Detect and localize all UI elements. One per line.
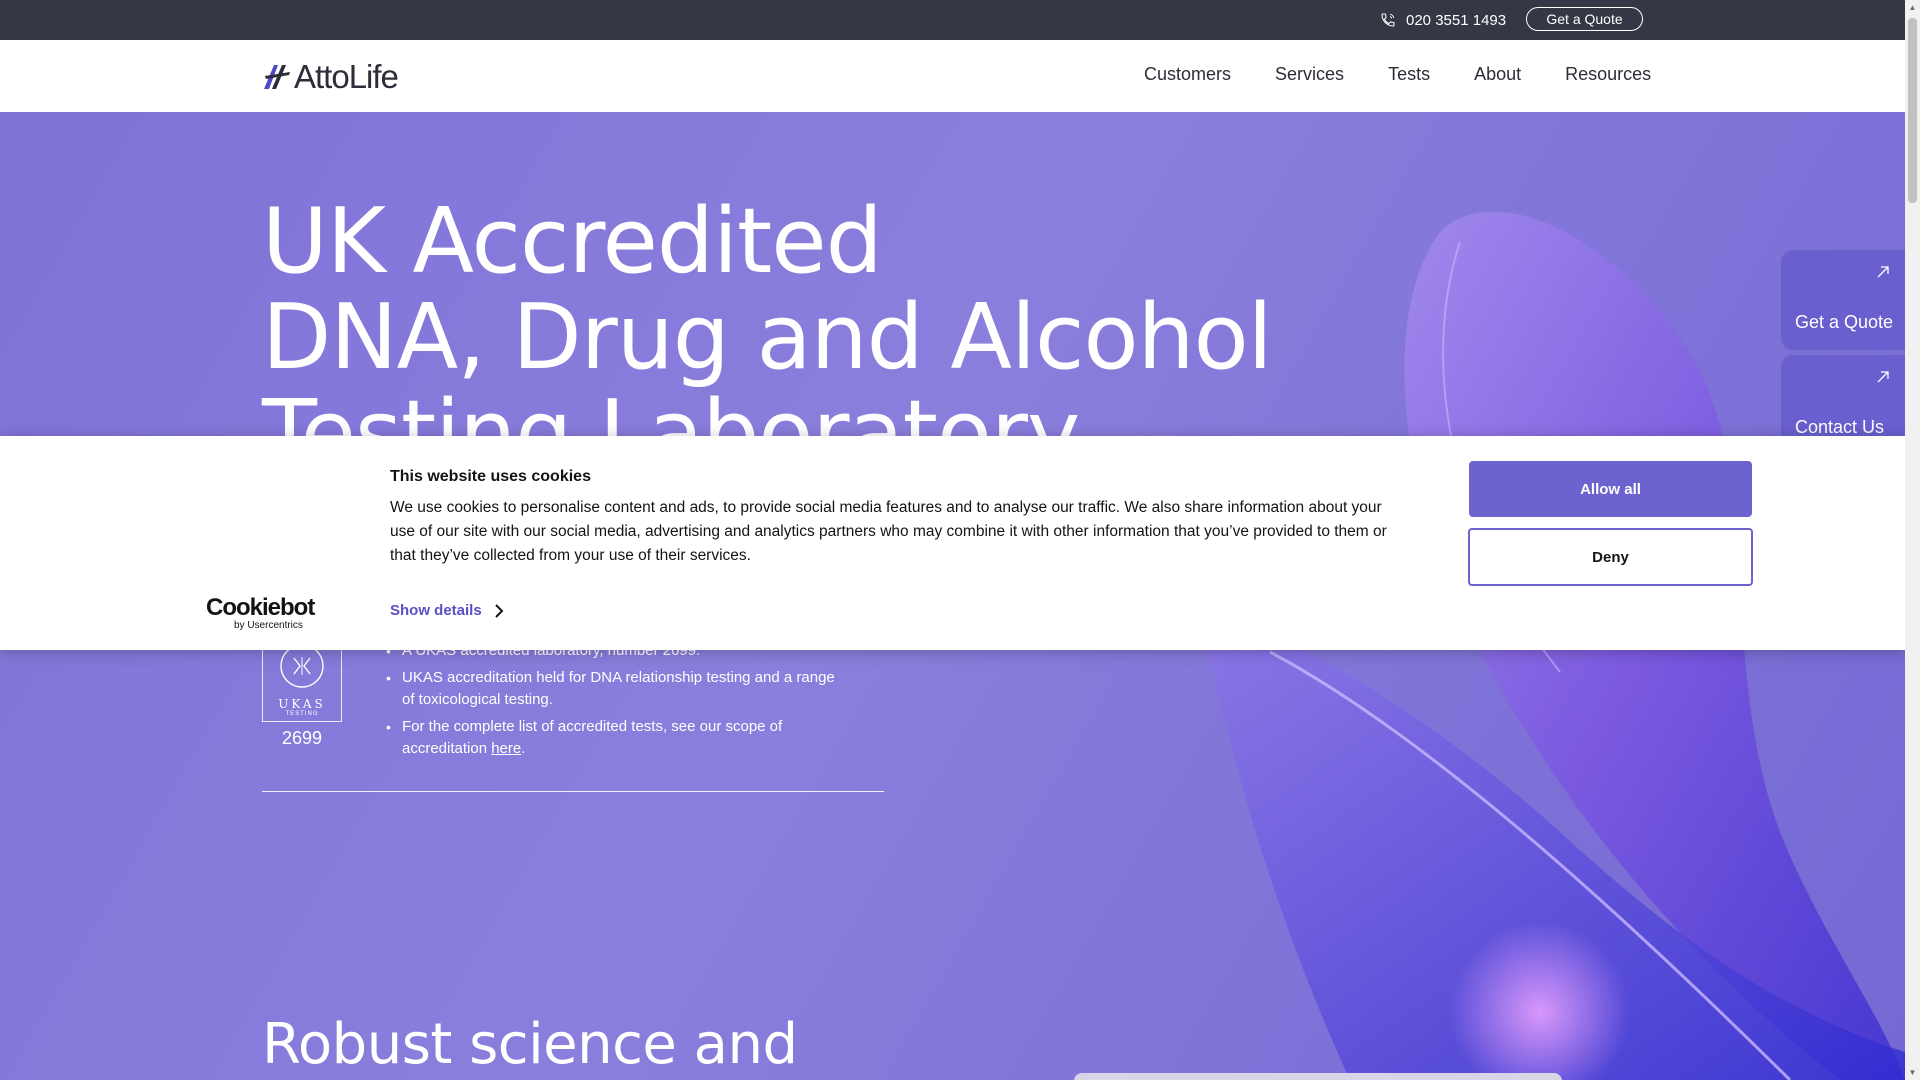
nav-customers[interactable]: Customers: [1144, 64, 1231, 85]
arrow-up-right-icon: [1877, 266, 1889, 278]
show-details-label: Show details: [390, 602, 482, 619]
logo-text: AttoLife: [294, 58, 399, 95]
deny-button[interactable]: Deny: [1468, 528, 1753, 586]
side-tab-label: Get a Quote: [1795, 312, 1894, 332]
ukas-bullet-text: For the complete list of accredited test…: [402, 718, 783, 757]
ukas-bullet: For the complete list of accredited test…: [386, 716, 836, 760]
hero-divider: [262, 791, 884, 792]
nav-services[interactable]: Services: [1275, 64, 1344, 85]
scroll-down-icon[interactable]: ▼: [1905, 1065, 1920, 1080]
phone-icon: [1381, 13, 1395, 27]
scrollbar-thumb[interactable]: [1908, 18, 1917, 203]
ukas-bullet: UKAS accreditation held for DNA relation…: [386, 667, 836, 711]
page-scrollbar[interactable]: ▲ ▼: [1905, 0, 1920, 1080]
utility-bar: 020 3551 1493 Get a Quote: [0, 0, 1905, 40]
ukas-testing-word: TESTING: [285, 711, 319, 717]
card-preview: [1074, 1073, 1562, 1080]
logo-mark-icon: [264, 65, 290, 89]
hero-title-line: DNA, Drug and Alcohol: [262, 285, 1273, 390]
page: 020 3551 1493 Get a Quote AttoLife Custo…: [0, 0, 1905, 1080]
phone-number: 020 3551 1493: [1406, 11, 1507, 29]
show-details-link[interactable]: Show details: [390, 602, 504, 619]
chevron-right-icon: [494, 603, 504, 618]
cookie-banner: Cookiebot by Usercentrics This website u…: [0, 436, 1905, 650]
ukas-number: 2699: [281, 728, 323, 748]
arrow-up-right-icon: [1877, 371, 1889, 383]
get-quote-button[interactable]: Get a Quote: [1526, 7, 1643, 31]
phone-link[interactable]: 020 3551 1493: [1380, 10, 1506, 30]
cookie-body: We use cookies to personalise content an…: [390, 499, 1387, 564]
side-get-quote-tab[interactable]: Get a Quote: [1781, 250, 1905, 350]
nav-about[interactable]: About: [1474, 64, 1521, 85]
nav-links: Customers Services Tests About Resources: [1144, 64, 1651, 85]
attolife-logo[interactable]: AttoLife: [262, 58, 399, 95]
nav-resources[interactable]: Resources: [1565, 64, 1651, 85]
ukas-bullet-suffix: .: [521, 740, 526, 757]
ukas-bullets: A UKAS accredited laboratory, number 269…: [386, 640, 836, 765]
cookie-title: This website uses cookies: [390, 468, 591, 485]
side-tab-label: Contact Us: [1795, 417, 1885, 437]
section-heading: Robust science and: [262, 1012, 798, 1077]
cookiebot-logo-main: Cookiebot: [206, 594, 315, 621]
accreditation-scope-link[interactable]: here: [491, 740, 521, 757]
hero-title-line: UK Accredited: [262, 189, 883, 294]
allow-all-button[interactable]: Allow all: [1469, 461, 1752, 517]
ukas-word: UKAS: [278, 697, 326, 711]
cookiebot-logo: Cookiebot by Usercentrics: [206, 594, 315, 632]
scroll-up-icon[interactable]: ▲: [1905, 0, 1920, 15]
nav-tests[interactable]: Tests: [1388, 64, 1430, 85]
main-nav: AttoLife Customers Services Tests About …: [0, 40, 1905, 112]
cookiebot-logo-by: by Usercentrics: [234, 620, 303, 631]
